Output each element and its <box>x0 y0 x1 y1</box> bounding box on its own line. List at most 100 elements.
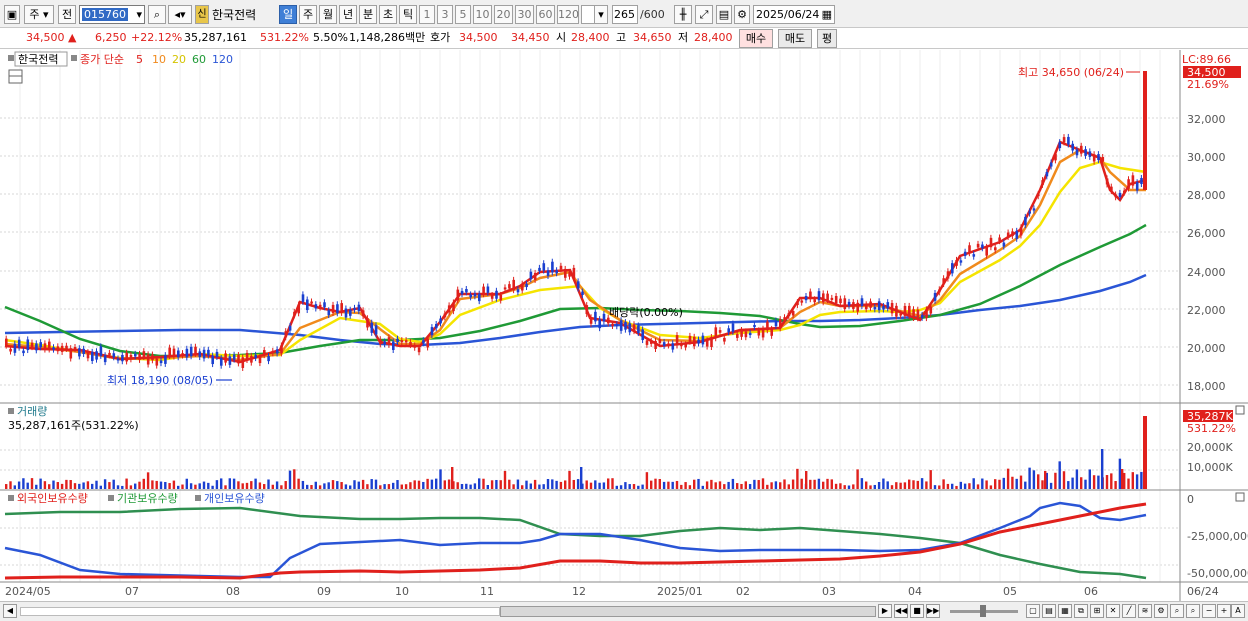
candle-body <box>202 349 206 359</box>
volume-bar <box>753 479 756 489</box>
ma-legend-20[interactable]: 20 <box>172 53 186 66</box>
tab-period-tick[interactable]: 틱 <box>399 5 417 24</box>
scroll-left-icon[interactable]: ◀ <box>3 604 17 618</box>
chart-search-icon[interactable]: ⌕ <box>1170 604 1184 618</box>
volume-panel-close-icon[interactable] <box>1235 405 1245 415</box>
volume-bar <box>357 481 360 489</box>
tab-period-day[interactable]: 일 <box>279 5 297 24</box>
ma-legend-120[interactable]: 120 <box>212 53 233 66</box>
compare-icon[interactable]: ⧉ <box>1074 604 1088 618</box>
volume-bar <box>847 485 851 489</box>
tab-period-second[interactable]: 초 <box>379 5 397 24</box>
volume-title[interactable]: 거래량 <box>17 405 47 418</box>
layout-single-icon[interactable]: ▢ <box>1026 604 1040 618</box>
zoom-in-icon[interactable]: + <box>1217 604 1231 618</box>
crosshair-icon[interactable]: ✕ <box>1106 604 1120 618</box>
interval-button-60[interactable]: 60 <box>536 5 555 24</box>
fibonacci-icon[interactable]: ≋ <box>1138 604 1152 618</box>
zoom-fit-icon[interactable]: ⤢ <box>695 5 713 24</box>
interval-button-120[interactable]: 120 <box>557 5 579 24</box>
interval-button-10[interactable]: 10 <box>473 5 492 24</box>
code-dropdown-icon[interactable]: ▾ <box>136 6 144 23</box>
interval-button-30[interactable]: 30 <box>515 5 534 24</box>
volume-bar <box>129 485 133 489</box>
ma-legend-label[interactable]: 종가 단순 <box>80 53 124 66</box>
settings-gear-icon[interactable]: ⚙ <box>734 5 750 24</box>
stock-chart-svg[interactable]: 최고 34,650 (06/24) 최저 18,190 (08/05) 배당락(… <box>0 50 1248 601</box>
scroll-thumb[interactable] <box>500 606 876 617</box>
scroll-track[interactable] <box>20 607 500 616</box>
candle-body <box>697 339 700 344</box>
go-last-icon[interactable]: ▶▶ <box>926 604 940 618</box>
candle-body <box>194 346 197 354</box>
holdings-panel-close-icon[interactable] <box>1235 492 1245 502</box>
layout-grid-icon[interactable]: ▦ <box>1058 604 1072 618</box>
volume-y-tick-10000k: 10,000K <box>1187 461 1233 474</box>
candle-body <box>486 286 490 293</box>
tab-period-month[interactable]: 월 <box>319 5 337 24</box>
volume-bar <box>1015 478 1018 489</box>
save-icon[interactable]: ▤ <box>716 5 732 24</box>
search-icon[interactable]: ⌕ <box>148 5 166 24</box>
text-tool-icon[interactable]: A <box>1231 604 1245 618</box>
volume-bar <box>714 482 717 489</box>
candle-body <box>121 354 124 362</box>
interval-button-20[interactable]: 20 <box>494 5 513 24</box>
volume-bar <box>1114 481 1117 489</box>
interval-button-1[interactable]: 1 <box>419 5 435 24</box>
chart-scrollbar[interactable]: ◀ ▶ ◀◀ ■ ▶▶ ▢ ▤ ▦ ⧉ ⊞ ✕ ╱ ≋ ⚙ ⌕ ⌕ − + A <box>0 601 1248 621</box>
scroll-right-icon[interactable]: ▶ <box>878 604 892 618</box>
volume-bar <box>177 485 180 489</box>
volume-bar <box>619 485 623 489</box>
chart-area[interactable]: 최고 34,650 (06/24) 최저 18,190 (08/05) 배당락(… <box>0 50 1248 601</box>
candle-body <box>658 339 662 344</box>
zoom-search-icon[interactable]: ⌕ <box>1186 604 1200 618</box>
interval-button-5[interactable]: 5 <box>455 5 471 24</box>
volume-bar <box>56 482 59 489</box>
volume-bar <box>744 481 747 489</box>
holdings-legend-individual[interactable]: 개인보유수량 <box>204 492 265 505</box>
holdings-legend-foreign[interactable]: 외국인보유수량 <box>17 492 88 505</box>
interval-dropdown-icon[interactable]: ▾ <box>594 5 608 24</box>
count-input[interactable]: 265 <box>612 5 638 24</box>
toolset-icon[interactable]: ⚙ <box>1154 604 1168 618</box>
trendline-icon[interactable]: ╱ <box>1122 604 1136 618</box>
volume-bar <box>422 481 425 489</box>
candle-body <box>254 354 257 359</box>
zoom-out-icon[interactable]: − <box>1202 604 1216 618</box>
zoom-slider-handle[interactable] <box>980 605 986 617</box>
layout-multi-icon[interactable]: ▤ <box>1042 604 1056 618</box>
buy-button[interactable]: 매수 <box>739 29 773 48</box>
sell-button[interactable]: 매도 <box>778 29 812 48</box>
candle-body <box>409 341 412 346</box>
volume-bar <box>658 479 661 489</box>
candle-body <box>215 351 219 358</box>
candle-body <box>370 322 374 333</box>
tab-period-week[interactable]: 주 <box>299 5 317 24</box>
go-first-icon[interactable]: ◀◀ <box>894 604 908 618</box>
stock-code-input[interactable]: 015760 ▾ <box>79 5 145 24</box>
market-select[interactable]: 주 ▾ <box>24 5 54 24</box>
volume-bar <box>538 484 541 489</box>
volume-bar <box>968 483 971 489</box>
holdings-y-tick-0: 0 <box>1187 493 1194 506</box>
ma-legend-5[interactable]: 5 <box>136 53 143 66</box>
prefix-select[interactable]: 전 <box>58 5 76 24</box>
ma-legend-60[interactable]: 60 <box>192 53 206 66</box>
low-price: 28,400 <box>694 31 733 44</box>
average-button[interactable]: 평 <box>817 29 837 48</box>
holdings-legend-institution[interactable]: 기관보유수량 <box>117 492 178 505</box>
stop-icon[interactable]: ■ <box>910 604 924 618</box>
calendar-icon[interactable]: ▦ <box>822 6 832 23</box>
candle-body <box>766 321 769 331</box>
tab-period-year[interactable]: 년 <box>339 5 357 24</box>
x-tick-2025-01: 2025/01 <box>657 585 703 598</box>
candle-style-icon[interactable]: ╫ <box>674 5 692 24</box>
date-input[interactable]: 2025/06/24 ▦ <box>753 5 835 24</box>
window-menu-icon[interactable]: ▣ <box>4 5 20 24</box>
interval-button-3[interactable]: 3 <box>437 5 453 24</box>
indicator-icon[interactable]: ⊞ <box>1090 604 1104 618</box>
ma-legend-10[interactable]: 10 <box>152 53 166 66</box>
speaker-icon[interactable]: ◂▾ <box>168 5 192 24</box>
tab-period-minute[interactable]: 분 <box>359 5 377 24</box>
